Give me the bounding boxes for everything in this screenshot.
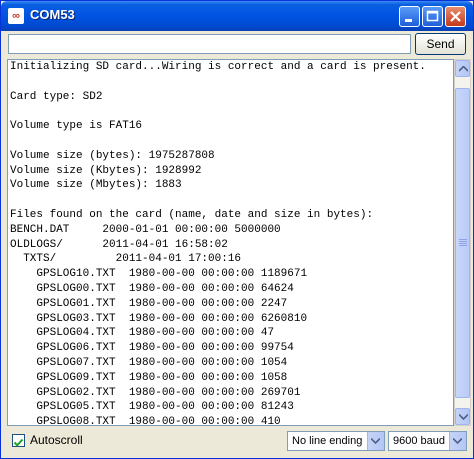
- send-button[interactable]: Send: [415, 33, 466, 55]
- scroll-down-button[interactable]: [455, 408, 470, 425]
- baud-rate-select[interactable]: 9600 baud: [388, 431, 467, 451]
- baud-rate-value: 9600 baud: [393, 435, 445, 447]
- serial-output-text: Initializing SD card...Wiring is correct…: [10, 61, 426, 426]
- scroll-thumb[interactable]: [455, 88, 470, 398]
- scroll-up-icon: [459, 66, 468, 72]
- scroll-down-icon: [459, 414, 468, 420]
- window-title: COM53: [30, 7, 75, 22]
- autoscroll-label: Autoscroll: [30, 433, 83, 447]
- baud-rate-dropdown-button[interactable]: [449, 432, 466, 450]
- dropdown-arrow-icon: [453, 438, 462, 444]
- title-bar[interactable]: ∞ COM53: [1, 1, 473, 31]
- scroll-up-button[interactable]: [455, 60, 470, 77]
- serial-monitor-window: ∞ COM53 Send Initializing SD card...Wiri…: [0, 0, 474, 459]
- dropdown-arrow-icon: [371, 438, 380, 444]
- close-icon: [450, 11, 461, 22]
- close-button[interactable]: [445, 6, 466, 27]
- bottom-bar: Autoscroll No line ending 9600 baud: [4, 428, 470, 455]
- window-client: Send Initializing SD card...Wiring is co…: [4, 31, 471, 455]
- minimize-button[interactable]: [399, 6, 420, 27]
- line-ending-dropdown-button[interactable]: [367, 432, 384, 450]
- app-icon: ∞: [8, 8, 24, 24]
- maximize-icon: [426, 10, 439, 22]
- line-ending-value: No line ending: [292, 435, 363, 447]
- vertical-scrollbar[interactable]: [454, 59, 471, 426]
- minimize-icon: [405, 19, 412, 22]
- maximize-button[interactable]: [422, 6, 443, 27]
- line-ending-select[interactable]: No line ending: [287, 431, 385, 451]
- autoscroll-checkbox[interactable]: [12, 434, 25, 447]
- serial-input[interactable]: [8, 34, 411, 54]
- checkmark-icon: [13, 438, 24, 447]
- serial-output-area: Initializing SD card...Wiring is correct…: [7, 59, 454, 426]
